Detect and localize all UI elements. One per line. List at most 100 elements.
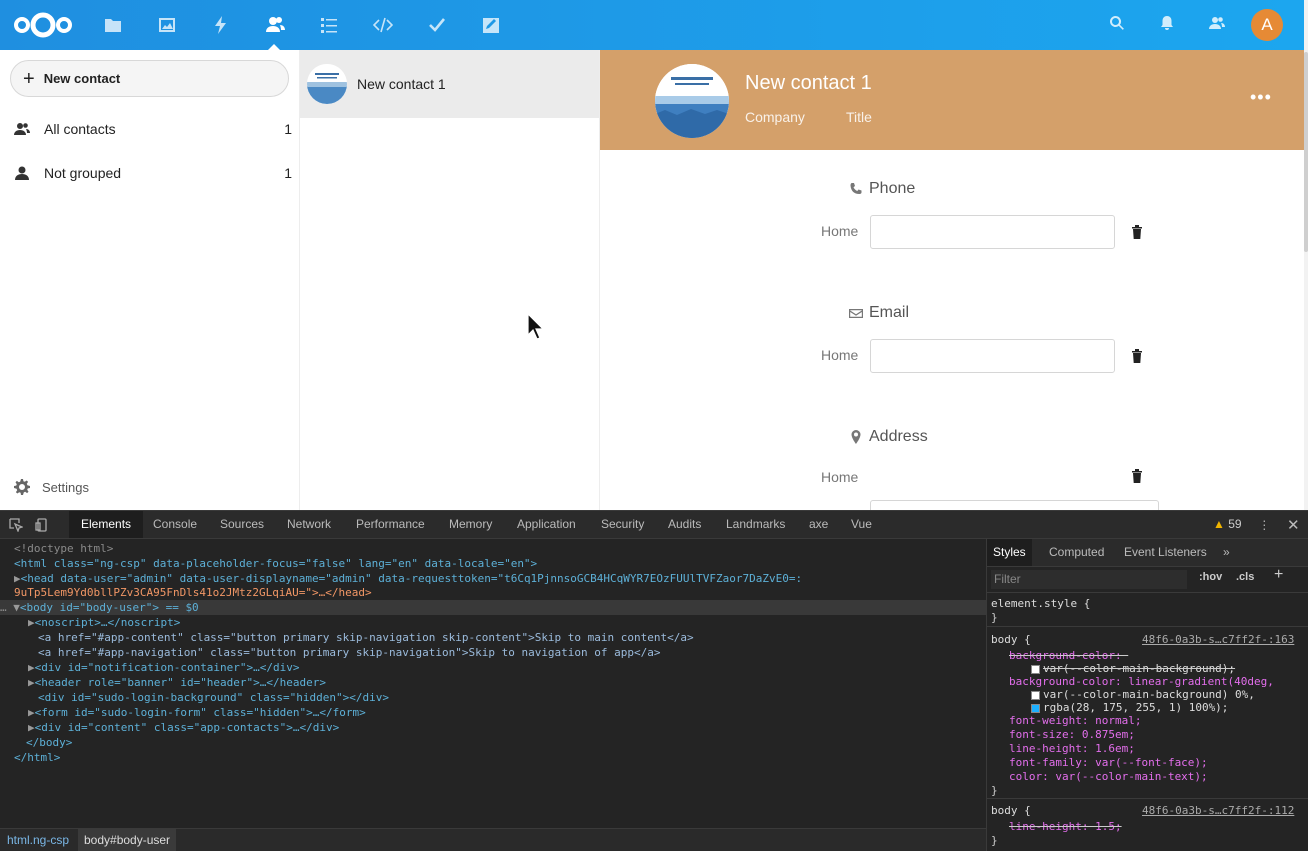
- devtools-tab-performance[interactable]: Performance: [356, 511, 425, 538]
- dom-line[interactable]: <html class="ng-csp" data-placeholder-fo…: [14, 556, 537, 571]
- dom-line[interactable]: <a href="#app-content" class="button pri…: [38, 630, 694, 645]
- contacts-menu-icon[interactable]: [1209, 15, 1229, 35]
- element-style-rule[interactable]: element.style {: [991, 597, 1090, 610]
- user-avatar[interactable]: A: [1251, 9, 1283, 41]
- rule-close: }: [991, 611, 998, 624]
- delete-address-icon[interactable]: [1131, 468, 1145, 484]
- warnings-counter[interactable]: ▲ 59: [1213, 511, 1242, 538]
- company-field[interactable]: Company: [745, 109, 805, 125]
- color-swatch[interactable]: [1031, 690, 1040, 700]
- style-prop[interactable]: color: var(--color-main-text);: [1009, 770, 1208, 783]
- color-swatch[interactable]: [1031, 664, 1040, 674]
- dom-line[interactable]: ▶<header role="banner" id="header">…</he…: [28, 675, 326, 690]
- style-prop[interactable]: background-color:: [1009, 649, 1128, 662]
- devtools-tab-audits[interactable]: Audits: [668, 511, 701, 538]
- dom-line[interactable]: </body>: [26, 735, 72, 750]
- styles-filter-input[interactable]: Filter: [991, 570, 1187, 589]
- computed-tab[interactable]: Computed: [1049, 539, 1104, 566]
- dom-line[interactable]: 9uTp5Lem9Yd0bllPZv3CA95FnDls41o2JMtz2GLq…: [14, 585, 372, 600]
- tasks-icon[interactable]: [317, 13, 341, 37]
- nav-item-not-grouped[interactable]: Not grouped 1: [0, 153, 300, 193]
- contact-avatar-large[interactable]: [655, 64, 729, 138]
- address-input[interactable]: [870, 500, 1159, 510]
- delete-email-icon[interactable]: [1131, 348, 1145, 364]
- style-prop[interactable]: line-height: 1.5;: [1009, 820, 1122, 833]
- dom-line[interactable]: ▶<noscript>…</noscript>: [28, 615, 180, 630]
- rule-divider: [987, 626, 1308, 627]
- files-icon[interactable]: [101, 13, 125, 37]
- rule-source-link[interactable]: 48f6-0a3b-s…c7ff2f-:163: [1142, 633, 1294, 646]
- more-options-icon[interactable]: •••: [1250, 88, 1271, 108]
- nav-item-label: Not grouped: [44, 165, 122, 181]
- mouse-cursor: [527, 313, 545, 340]
- breadcrumb-body[interactable]: body#body-user: [78, 829, 177, 851]
- rule-selector[interactable]: body {: [991, 633, 1031, 646]
- dom-line[interactable]: ▶<head data-user="admin" data-user-displ…: [14, 571, 802, 586]
- devtools-tab-application[interactable]: Application: [517, 511, 576, 538]
- activity-icon[interactable]: [209, 13, 233, 37]
- rule-selector[interactable]: body {: [991, 804, 1031, 817]
- email-type-label[interactable]: Home: [821, 347, 859, 363]
- more-tabs-icon[interactable]: »: [1223, 539, 1230, 566]
- dom-line[interactable]: </html>: [14, 750, 60, 765]
- style-value[interactable]: var(--color-main-background) 0%,: [1031, 688, 1255, 701]
- devtools-tab-console[interactable]: Console: [153, 511, 197, 538]
- devtools-tab-vue[interactable]: Vue: [851, 511, 872, 538]
- hover-state-toggle[interactable]: :hov: [1199, 571, 1222, 584]
- nextcloud-logo[interactable]: [12, 10, 74, 40]
- photos-icon[interactable]: [155, 13, 179, 37]
- devtools-tab-elements[interactable]: Elements: [69, 511, 144, 538]
- style-prop[interactable]: background-color: linear-gradient(40deg,: [1009, 675, 1274, 688]
- dom-line[interactable]: <!doctype html>: [14, 541, 113, 556]
- deck-icon[interactable]: [425, 13, 449, 37]
- settings-button[interactable]: Settings: [0, 475, 89, 499]
- dom-line[interactable]: <a href="#app-navigation" class="button …: [38, 645, 661, 660]
- contact-list-item[interactable]: New contact 1: [300, 50, 599, 118]
- breadcrumb-html[interactable]: html.ng-csp: [0, 829, 76, 851]
- devtools-tab-security[interactable]: Security: [601, 511, 644, 538]
- notifications-icon[interactable]: [1159, 15, 1179, 35]
- nav-item-all-contacts[interactable]: All contacts 1: [0, 109, 300, 149]
- event-listeners-tab[interactable]: Event Listeners: [1124, 539, 1207, 566]
- style-prop[interactable]: font-size: 0.875em;: [1009, 728, 1135, 741]
- devtools-tab-memory[interactable]: Memory: [449, 511, 492, 538]
- new-rule-icon[interactable]: +: [1274, 567, 1283, 583]
- style-value[interactable]: rgba(28, 175, 255, 1) 100%);: [1031, 701, 1228, 714]
- dom-line[interactable]: <div id="sudo-login-background" class="h…: [38, 690, 389, 705]
- email-input[interactable]: [870, 339, 1115, 373]
- dom-line[interactable]: ▶<div id="notification-container">…</div…: [28, 660, 300, 675]
- devtools-tab-landmarks[interactable]: Landmarks: [726, 511, 785, 538]
- phone-input[interactable]: [870, 215, 1115, 249]
- contacts-icon[interactable]: [263, 13, 287, 37]
- devtools-tab-sources[interactable]: Sources: [220, 511, 264, 538]
- elements-tree: <!doctype html> <html class="ng-csp" dat…: [0, 539, 986, 829]
- style-prop[interactable]: line-height: 1.6em;: [1009, 742, 1135, 755]
- inspect-element-icon[interactable]: [9, 518, 24, 533]
- search-icon[interactable]: [1109, 15, 1129, 35]
- style-prop[interactable]: font-family: var(--font-face);: [1009, 756, 1208, 769]
- style-value[interactable]: var(--color-main-background);: [1031, 662, 1235, 675]
- contact-full-name[interactable]: New contact 1: [745, 72, 872, 95]
- style-prop[interactable]: font-weight: normal;: [1009, 714, 1141, 727]
- delete-phone-icon[interactable]: [1131, 224, 1145, 240]
- devtools-menu-icon[interactable]: · · ·: [1262, 513, 1267, 535]
- dom-line-selected[interactable]: … ▼<body id="body-user"> == $0: [0, 600, 986, 615]
- title-field[interactable]: Title: [846, 109, 872, 125]
- page-scrollbar-thumb[interactable]: [1304, 52, 1308, 252]
- phone-type-label[interactable]: Home: [821, 223, 859, 239]
- dom-line[interactable]: ▶<form id="sudo-login-form" class="hidde…: [28, 705, 366, 720]
- notes-icon[interactable]: [479, 13, 503, 37]
- code-icon[interactable]: [371, 13, 395, 37]
- close-devtools-icon[interactable]: ✕: [1287, 516, 1300, 534]
- devtools-tab-network[interactable]: Network: [287, 511, 331, 538]
- styles-tab[interactable]: Styles: [987, 539, 1032, 566]
- class-toggle[interactable]: .cls: [1236, 571, 1254, 584]
- rule-source-link[interactable]: 48f6-0a3b-s…c7ff2f-:112: [1142, 804, 1294, 817]
- rule-close: }: [991, 784, 998, 797]
- device-toolbar-icon[interactable]: [35, 518, 49, 532]
- address-type-label[interactable]: Home: [821, 469, 859, 485]
- dom-line[interactable]: ▶<div id="content" class="app-contacts">…: [28, 720, 339, 735]
- new-contact-button[interactable]: + New contact: [10, 60, 289, 97]
- devtools-tab-axe[interactable]: axe: [809, 511, 828, 538]
- color-swatch[interactable]: [1031, 703, 1040, 713]
